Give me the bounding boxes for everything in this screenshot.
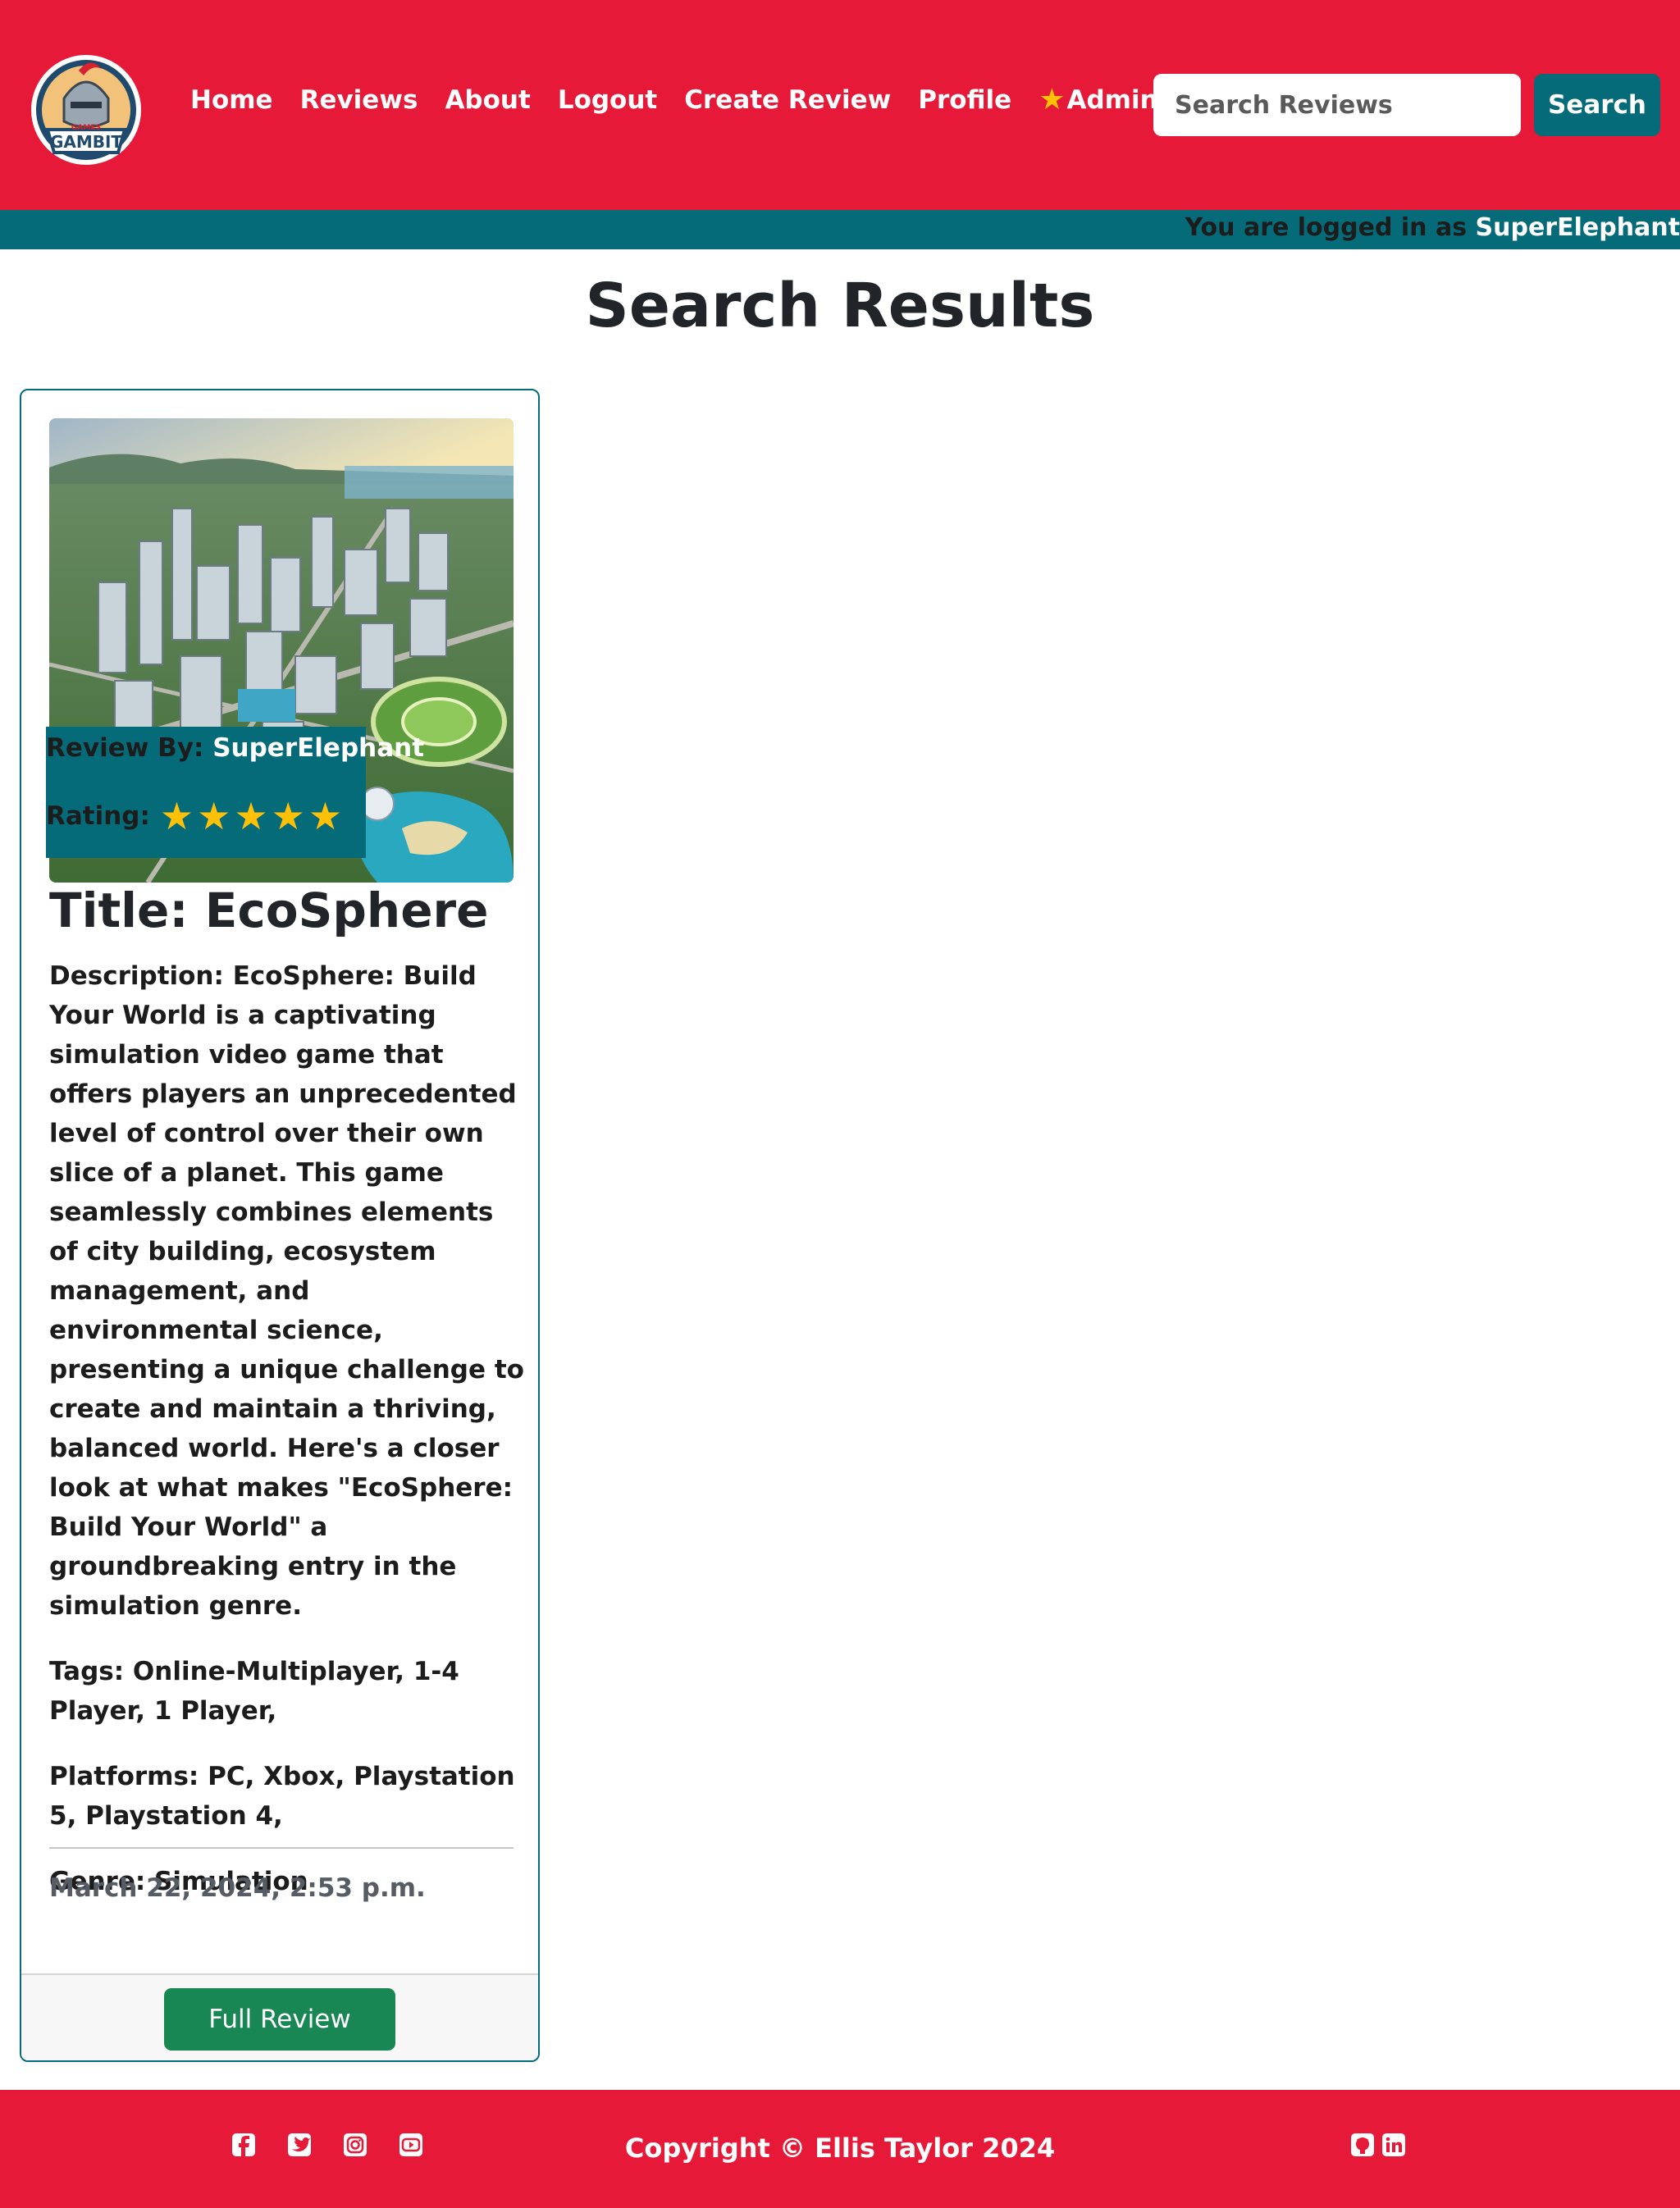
review-details: Description: EcoSphere: Build Your World…: [49, 956, 525, 1927]
card-divider: [49, 1847, 514, 1849]
search-input[interactable]: [1153, 74, 1521, 136]
card-footer: Full Review: [21, 1973, 538, 2060]
review-overlay: Review By: SuperElephant Rating: ★ ★ ★ ★…: [46, 727, 424, 858]
review-title: Title: EcoSphere: [49, 883, 489, 938]
nav-admin[interactable]: ★ Admin: [1039, 83, 1158, 116]
full-review-button[interactable]: Full Review: [164, 1988, 395, 2051]
copyright: Copyright © Ellis Taylor 2024: [624, 2133, 1056, 2164]
nav-admin-label: Admin: [1066, 85, 1158, 115]
review-card: Review By: SuperElephant Rating: ★ ★ ★ ★…: [20, 389, 540, 2062]
review-date: March 22, 2024, 2:53 p.m.: [49, 1873, 426, 1903]
star-icon: ★: [308, 794, 343, 838]
rating-stars: ★ ★ ★ ★ ★: [160, 797, 345, 835]
github-icon[interactable]: [1350, 2133, 1375, 2157]
review-author[interactable]: SuperElephant: [212, 733, 424, 763]
nav-reviews[interactable]: Reviews: [300, 85, 418, 115]
login-status-text: You are logged in as SuperElephant: [1185, 213, 1680, 242]
gambit-games-logo[interactable]: GAMBIT GAMES: [31, 51, 141, 172]
developer-links: [1350, 2133, 1413, 2157]
star-icon: ★: [159, 794, 194, 838]
logged-in-username: SuperElephant: [1475, 213, 1680, 242]
rating: Rating: ★ ★ ★ ★ ★: [46, 797, 345, 835]
main-nav: Home Reviews About Logout Create Review …: [190, 83, 1185, 116]
star-icon: ★: [1039, 83, 1066, 116]
star-icon: ★: [271, 794, 305, 838]
search-button[interactable]: Search: [1534, 74, 1660, 136]
footer: Copyright © Ellis Taylor 2024: [0, 2090, 1680, 2208]
review-by-label: Review By:: [46, 733, 204, 763]
login-status-bar: You are logged in as SuperElephant: [0, 210, 1680, 249]
nav-home[interactable]: Home: [190, 85, 273, 115]
nav-profile[interactable]: Profile: [918, 85, 1011, 115]
review-by: Review By: SuperElephant: [46, 733, 424, 763]
linkedin-icon[interactable]: [1381, 2133, 1406, 2157]
page-title: Search Results: [585, 271, 1095, 341]
logo-text: GAMBIT: [50, 132, 122, 152]
review-platforms: Platforms: PC, Xbox, Playstation 5, Play…: [49, 1762, 515, 1831]
nav-logout[interactable]: Logout: [558, 85, 657, 115]
review-description: Description: EcoSphere: Build Your World…: [49, 961, 524, 1621]
nav-about[interactable]: About: [445, 85, 530, 115]
star-icon: ★: [234, 794, 268, 838]
nav-create-review[interactable]: Create Review: [684, 85, 891, 115]
svg-text:GAMES: GAMES: [71, 124, 101, 132]
star-icon: ★: [197, 794, 231, 838]
navbar: GAMBIT GAMES Home Reviews About Logout C…: [0, 0, 1680, 210]
login-prefix: You are logged in as: [1185, 213, 1476, 242]
review-tags: Tags: Online-Multiplayer, 1-4 Player, 1 …: [49, 1657, 459, 1726]
rating-label: Rating:: [46, 801, 150, 831]
